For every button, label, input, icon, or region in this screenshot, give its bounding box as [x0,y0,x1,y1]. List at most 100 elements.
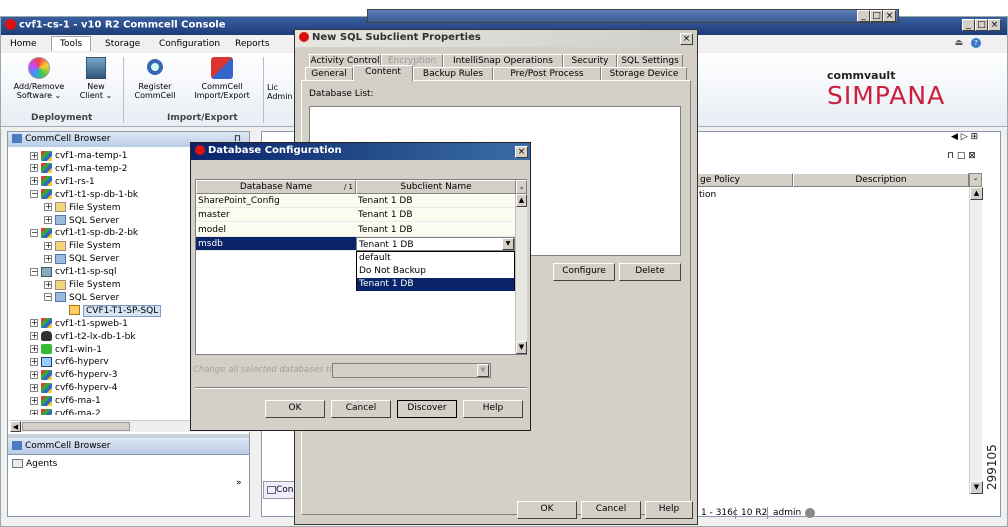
expand-icon[interactable]: + [30,370,38,379]
tree-node[interactable]: + cvf1-t2-lx-db-1-bk [30,331,136,344]
maximize-button[interactable]: □ [975,19,988,31]
tree-node[interactable]: + cvf1-ma-temp-2 [30,163,127,176]
column-chooser-icon[interactable]: ⌄ [969,173,982,187]
tree-node[interactable]: + File System [44,202,120,215]
ribbon-register-commcell[interactable]: Register CommCell [127,57,183,100]
chevron-down-icon[interactable]: ▼ [477,364,489,377]
close-button[interactable]: × [883,10,896,22]
bottom-tab-agents[interactable]: Agents [8,456,249,473]
ribbon-new-client[interactable]: New Client ⌄ [73,57,119,100]
tab-sql-settings[interactable]: SQL Settings [617,54,683,67]
collapse-icon[interactable]: − [44,293,52,302]
expand-icon[interactable]: + [30,396,38,405]
collapse-icon[interactable]: − [30,228,38,237]
cancel-button[interactable]: Cancel [331,400,391,418]
subclient-name-cell[interactable]: Tenant 1 DB [356,194,515,208]
tab-intellisnap[interactable]: IntelliSnap Operations [443,54,563,67]
tab-general[interactable]: General [305,67,353,80]
bottom-tab-commcell-browser[interactable]: CommCell Browser [8,438,249,455]
expand-icon[interactable]: + [30,409,38,415]
close-button[interactable]: × [988,19,1001,31]
subclient-dropdown-list[interactable]: default Do Not Backup Tenant 1 DB [356,251,515,291]
ribbon-license-admin[interactable]: Lic Admin [267,83,295,101]
tree-node[interactable]: + SQL Server [44,215,119,228]
scroll-left-button[interactable]: ◀ [10,421,21,432]
database-name-cell[interactable]: SharePoint_Config [196,194,356,208]
ribbon-add-remove-software[interactable]: Add/Remove Software ⌄ [7,57,71,100]
expand-icon[interactable]: + [30,345,38,353]
close-button[interactable]: × [680,33,693,45]
tab-storage-device[interactable]: Storage Device [601,67,687,80]
subclient-name-cell[interactable]: Tenant 1 DB [356,208,515,223]
subclient-select[interactable]: Tenant 1 DB [356,236,515,251]
column-header-database-name[interactable]: Database Name/ 1 [196,180,356,194]
dropdown-option-tenant-1-db[interactable]: Tenant 1 DB [357,278,514,291]
minimize-button[interactable]: _ [857,10,870,22]
menu-reports[interactable]: Reports [235,39,270,49]
tree-node[interactable]: + cvf6-hyperv-4 [30,382,117,395]
tree-node[interactable]: + SQL Server [44,253,119,266]
scroll-down-button[interactable]: ▼ [970,481,983,494]
database-name-cell[interactable]: master [196,208,356,223]
menu-configuration[interactable]: Configuration [159,39,220,49]
expand-icon[interactable]: + [30,383,38,392]
help-button[interactable]: Help [645,501,693,519]
expand-icon[interactable]: + [44,254,52,263]
tree-node[interactable]: CVF1-T1-SP-SQL [58,304,162,318]
column-header-policy[interactable]: ge Policy [697,173,793,187]
expand-icon[interactable]: + [30,177,38,186]
tree-node[interactable]: + cvf1-ma-temp-1 [30,150,127,163]
expand-icon[interactable]: + [30,151,38,160]
delete-button[interactable]: Delete [619,263,681,281]
expand-icon[interactable]: + [30,164,38,173]
tab-pre-post-process[interactable]: Pre/Post Process [493,67,601,80]
ok-button[interactable]: OK [265,400,325,418]
scroll-thumb[interactable] [22,422,130,431]
database-name-cell[interactable]: model [196,222,356,237]
tree-node[interactable]: + cvf6-ma-1 [30,395,101,408]
scroll-up-button[interactable]: ▲ [516,194,527,207]
ok-button[interactable]: OK [517,501,577,519]
tree-node[interactable]: − cvf1-t1-sp-db-1-bk [30,189,138,202]
content-tab[interactable]: Con [263,481,297,499]
tab-backup-rules[interactable]: Backup Rules [413,67,493,80]
menu-home[interactable]: Home [10,39,37,49]
expand-chevron-icon[interactable]: » [236,478,242,488]
expand-icon[interactable]: + [44,241,52,250]
tree-node[interactable]: + cvf1-win-1 [30,344,102,357]
help-icon[interactable]: ? [971,38,981,48]
menu-tools[interactable]: Tools [51,36,92,51]
tree-node[interactable]: + File System [44,240,120,253]
collapse-icon[interactable]: − [30,267,38,276]
database-name-cell[interactable]: msdb [196,236,356,251]
tree-node[interactable]: − SQL Server [44,292,119,305]
eject-icon[interactable]: ⏏ [954,38,963,48]
scroll-down-button[interactable]: ▼ [516,341,527,354]
maximize-button[interactable]: □ [870,10,883,22]
tab-content[interactable]: Content [353,65,413,81]
dropdown-option-do-not-backup[interactable]: Do Not Backup [357,265,514,278]
scroll-up-button[interactable]: ▲ [970,187,983,200]
tab-security[interactable]: Security [563,54,617,67]
cancel-button[interactable]: Cancel [581,501,641,519]
expand-icon[interactable]: + [44,280,52,289]
column-header-subclient-name[interactable]: Subclient Name [356,180,516,194]
tree-node[interactable]: + cvf1-t1-spweb-1 [30,318,128,331]
configure-button[interactable]: Configure [553,263,615,281]
menu-storage[interactable]: Storage [105,39,140,49]
expand-icon[interactable]: + [30,332,38,341]
tree-node[interactable]: − cvf1-t1-sp-db-2-bk [30,227,138,240]
tree-node[interactable]: + File System [44,279,120,292]
change-all-select[interactable]: ▼ [332,363,491,378]
tree-node[interactable]: + cvf6-hyperv-3 [30,369,117,382]
grid-vertical-scrollbar[interactable]: ▲ ▼ [515,194,527,354]
minimize-button[interactable]: _ [962,19,975,31]
help-button[interactable]: Help [463,400,523,418]
dropdown-option-default[interactable]: default [357,252,514,265]
tree-node[interactable]: + cvf6-ma-2 [30,408,101,415]
ribbon-commcell-import-export[interactable]: CommCell Import/Export [187,57,257,100]
expand-icon[interactable]: + [30,357,38,366]
close-button[interactable]: × [515,146,528,158]
column-header-description[interactable]: Description [793,173,969,187]
discover-button[interactable]: Discover [397,400,457,418]
